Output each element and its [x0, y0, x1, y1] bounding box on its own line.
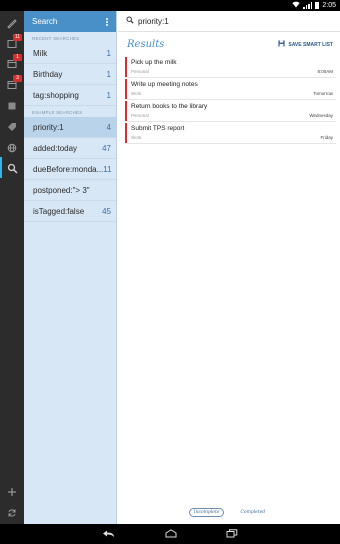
- example-search-label: postponed:"> 3": [33, 185, 90, 195]
- inbox-badge: 11: [13, 34, 22, 41]
- query-bar[interactable]: priority:1: [118, 11, 340, 32]
- priority-bar: [125, 123, 127, 143]
- results-pane: priority:1 Results SAVE SMART LIST Pick …: [118, 11, 340, 524]
- battery-icon: [315, 2, 320, 9]
- example-search-item[interactable]: priority:1 4: [24, 117, 116, 138]
- save-smart-list-button[interactable]: SAVE SMART LIST: [278, 40, 333, 49]
- search-icon[interactable]: [4, 160, 20, 176]
- task-list: Personal: [131, 113, 149, 118]
- search-pane-header: Search: [24, 11, 116, 32]
- filter-tabs: Incomplete Completed: [118, 505, 340, 519]
- recent-search-label: Milk: [33, 48, 48, 58]
- recent-search-count: 1: [106, 69, 111, 79]
- query-search-icon: [126, 16, 134, 26]
- task-due: Friday: [320, 135, 333, 140]
- task-due: Wednesday: [309, 113, 333, 118]
- task-title: Write up meeting notes: [131, 81, 198, 88]
- recent-search-item[interactable]: Milk 1: [24, 43, 116, 64]
- wifi-icon: [292, 1, 301, 10]
- task-list: Personal: [131, 69, 149, 74]
- task-row[interactable]: Submit TPS report Work Friday: [125, 123, 336, 144]
- tomorrow-badge: 3: [13, 75, 22, 82]
- task-row[interactable]: Write up meeting notes Work Tomorrow: [125, 79, 336, 100]
- inbox-icon[interactable]: 11: [4, 34, 22, 52]
- example-search-label: isTagged:false: [33, 206, 85, 216]
- example-search-item[interactable]: isTagged:false 45: [24, 201, 116, 222]
- task-due: Tomorrow: [313, 91, 333, 96]
- home-icon[interactable]: [164, 525, 178, 543]
- example-search-label: dueBefore:monda...: [33, 164, 104, 174]
- status-bar: 2:05: [0, 0, 340, 11]
- save-disk-icon: [278, 40, 285, 49]
- task-title: Submit TPS report: [131, 125, 185, 132]
- example-search-label: added:today: [33, 143, 78, 153]
- overflow-menu-icon[interactable]: [106, 17, 108, 26]
- recent-search-count: 1: [106, 90, 111, 100]
- query-text: priority:1: [138, 16, 169, 26]
- recent-search-label: Birthday: [33, 69, 63, 79]
- recent-search-label: tag:shopping: [33, 90, 79, 100]
- example-search-item[interactable]: postponed:"> 3": [24, 180, 116, 201]
- task-row[interactable]: Pick up the milk Personal 8:00AM: [125, 57, 336, 78]
- nav-rail: 11 1 3: [0, 11, 24, 524]
- app-window: 11 1 3 Search RECENT SEARCHES Milk 1 Bir…: [0, 11, 340, 524]
- example-search-count: 47: [102, 143, 111, 153]
- sync-icon[interactable]: [4, 505, 20, 521]
- system-nav-bar: [0, 524, 340, 544]
- save-smart-list-label: SAVE SMART LIST: [288, 41, 333, 48]
- selected-indicator: [0, 157, 2, 178]
- example-search-label: priority:1: [33, 122, 64, 132]
- recents-icon[interactable]: [226, 525, 238, 543]
- recent-search-item[interactable]: tag:shopping 1: [24, 85, 116, 106]
- task-due: 8:00AM: [317, 69, 333, 74]
- example-search-item[interactable]: dueBefore:monda... 11: [24, 159, 116, 180]
- example-search-count: 11: [103, 164, 112, 174]
- week-icon[interactable]: [4, 98, 20, 114]
- search-pane: Search RECENT SEARCHES Milk 1 Birthday 1 t…: [24, 11, 117, 524]
- priority-bar: [125, 101, 127, 121]
- priority-bar: [125, 57, 127, 77]
- add-icon[interactable]: [4, 484, 20, 500]
- tab-incomplete[interactable]: Incomplete: [188, 507, 225, 517]
- recent-search-count: 1: [106, 48, 111, 58]
- task-title: Return books to the library: [131, 103, 208, 110]
- results-header: Results SAVE SMART LIST: [118, 32, 340, 57]
- recent-searches-label: RECENT SEARCHES: [32, 36, 80, 41]
- today-icon[interactable]: 1: [4, 54, 22, 72]
- task-list: Work: [131, 135, 142, 140]
- example-search-item[interactable]: added:today 47: [24, 138, 116, 159]
- pencil-logo-icon[interactable]: [4, 15, 20, 31]
- tab-completed[interactable]: Completed: [236, 509, 269, 516]
- example-search-count: 4: [106, 122, 111, 132]
- task-row[interactable]: Return books to the library Personal Wedne…: [125, 101, 336, 122]
- example-search-count: 45: [102, 206, 111, 216]
- today-badge: 1: [13, 54, 22, 61]
- tags-icon[interactable]: [4, 119, 20, 135]
- back-icon[interactable]: [102, 525, 116, 543]
- tomorrow-icon[interactable]: 3: [4, 75, 22, 93]
- task-title: Pick up the milk: [131, 59, 177, 66]
- search-pane-title: Search: [32, 17, 58, 26]
- globe-icon[interactable]: [4, 140, 20, 156]
- example-searches-label: EXAMPLE SEARCHES: [32, 110, 83, 115]
- status-time: 2:05: [322, 2, 336, 9]
- signal-icon: [303, 2, 313, 9]
- task-list: Work: [131, 91, 142, 96]
- results-title: Results: [127, 39, 165, 50]
- recent-search-item[interactable]: Birthday 1: [24, 64, 116, 85]
- priority-bar: [125, 79, 127, 99]
